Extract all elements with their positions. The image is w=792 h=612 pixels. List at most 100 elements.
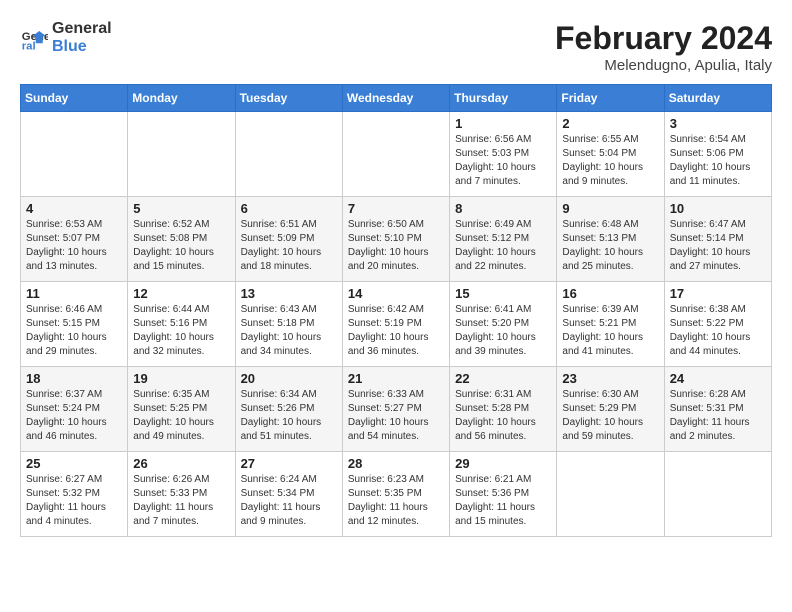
calendar-cell: 6 Sunrise: 6:51 AM Sunset: 5:09 PM Daylig… <box>235 197 342 282</box>
day-number: 10 <box>670 201 766 216</box>
day-info: Sunrise: 6:46 AM Sunset: 5:15 PM Dayligh… <box>26 303 122 359</box>
day-number: 11 <box>26 286 122 301</box>
calendar-cell: 2Sunrise: 6:55 AM Sunset: 5:04 PM Daylig… <box>557 112 664 197</box>
day-number: 20 <box>241 371 337 386</box>
weekday-header: Monday <box>128 85 235 112</box>
day-info: Sunrise: 6:43 AM Sunset: 5:18 PM Dayligh… <box>241 303 337 359</box>
day-number: 12 <box>133 286 229 301</box>
logo: Gene ral General Blue <box>20 20 112 55</box>
day-number: 19 <box>133 371 229 386</box>
day-number: 6 <box>241 201 337 216</box>
calendar-week-row: 11 Sunrise: 6:46 AM Sunset: 5:15 PM Dayli… <box>21 282 772 367</box>
calendar-cell <box>557 452 664 537</box>
calendar-title: February 2024 <box>555 20 772 57</box>
day-info: Sunrise: 6:54 AM Sunset: 5:06 PM Dayligh… <box>670 133 766 189</box>
day-info: Sunrise: 6:23 AM Sunset: 5:35 PM Dayligh… <box>348 473 444 529</box>
calendar-cell: 21Sunrise: 6:33 AM Sunset: 5:27 PM Dayli… <box>342 367 449 452</box>
weekday-header: Wednesday <box>342 85 449 112</box>
day-info: Sunrise: 6:47 AM Sunset: 5:14 PM Dayligh… <box>670 218 766 274</box>
calendar-cell: 28 Sunrise: 6:23 AM Sunset: 5:35 PM Dayli… <box>342 452 449 537</box>
day-info: Sunrise: 6:34 AM Sunset: 5:26 PM Dayligh… <box>241 388 337 444</box>
calendar-cell <box>664 452 771 537</box>
title-section: February 2024 Melendugno, Apulia, Italy <box>555 20 772 74</box>
day-info: Sunrise: 6:38 AM Sunset: 5:22 PM Dayligh… <box>670 303 766 359</box>
day-info: Sunrise: 6:21 AM Sunset: 5:36 PM Dayligh… <box>455 473 551 529</box>
day-info: Sunrise: 6:53 AM Sunset: 5:07 PM Dayligh… <box>26 218 122 274</box>
calendar-cell <box>235 112 342 197</box>
day-info: Sunrise: 6:52 AM Sunset: 5:08 PM Dayligh… <box>133 218 229 274</box>
svg-text:ral: ral <box>22 40 36 52</box>
calendar-cell: 24 Sunrise: 6:28 AM Sunset: 5:31 PM Dayli… <box>664 367 771 452</box>
day-info: Sunrise: 6:35 AM Sunset: 5:25 PM Dayligh… <box>133 388 229 444</box>
calendar-cell: 22 Sunrise: 6:31 AM Sunset: 5:28 PM Dayli… <box>450 367 557 452</box>
day-number: 23 <box>562 371 658 386</box>
calendar-cell: 5 Sunrise: 6:52 AM Sunset: 5:08 PM Daylig… <box>128 197 235 282</box>
calendar-week-row: 4 Sunrise: 6:53 AM Sunset: 5:07 PM Daylig… <box>21 197 772 282</box>
calendar-cell: 13 Sunrise: 6:43 AM Sunset: 5:18 PM Dayli… <box>235 282 342 367</box>
calendar-cell: 7 Sunrise: 6:50 AM Sunset: 5:10 PM Daylig… <box>342 197 449 282</box>
day-number: 14 <box>348 286 444 301</box>
logo-text-line1: General <box>52 20 112 38</box>
weekday-header: Friday <box>557 85 664 112</box>
day-number: 26 <box>133 456 229 471</box>
day-number: 9 <box>562 201 658 216</box>
calendar-cell: 14 Sunrise: 6:42 AM Sunset: 5:19 PM Dayli… <box>342 282 449 367</box>
weekday-header: Tuesday <box>235 85 342 112</box>
day-info: Sunrise: 6:51 AM Sunset: 5:09 PM Dayligh… <box>241 218 337 274</box>
logo-icon: Gene ral <box>20 24 48 52</box>
calendar-subtitle: Melendugno, Apulia, Italy <box>555 57 772 74</box>
page-header: Gene ral General Blue February 2024 Mele… <box>20 20 772 74</box>
day-number: 5 <box>133 201 229 216</box>
day-info: Sunrise: 6:41 AM Sunset: 5:20 PM Dayligh… <box>455 303 551 359</box>
day-info: Sunrise: 6:50 AM Sunset: 5:10 PM Dayligh… <box>348 218 444 274</box>
day-number: 29 <box>455 456 551 471</box>
day-number: 21 <box>348 371 444 386</box>
day-info: Sunrise: 6:48 AM Sunset: 5:13 PM Dayligh… <box>562 218 658 274</box>
calendar-week-row: 1 Sunrise: 6:56 AM Sunset: 5:03 PM Daylig… <box>21 112 772 197</box>
day-number: 7 <box>348 201 444 216</box>
calendar-week-row: 25Sunrise: 6:27 AM Sunset: 5:32 PM Dayli… <box>21 452 772 537</box>
calendar-cell <box>128 112 235 197</box>
day-info: Sunrise: 6:28 AM Sunset: 5:31 PM Dayligh… <box>670 388 766 444</box>
calendar-cell: 17 Sunrise: 6:38 AM Sunset: 5:22 PM Dayli… <box>664 282 771 367</box>
calendar-week-row: 18 Sunrise: 6:37 AM Sunset: 5:24 PM Dayli… <box>21 367 772 452</box>
day-info: Sunrise: 6:37 AM Sunset: 5:24 PM Dayligh… <box>26 388 122 444</box>
day-info: Sunrise: 6:26 AM Sunset: 5:33 PM Dayligh… <box>133 473 229 529</box>
calendar-cell: 4 Sunrise: 6:53 AM Sunset: 5:07 PM Daylig… <box>21 197 128 282</box>
calendar-cell: 15 Sunrise: 6:41 AM Sunset: 5:20 PM Dayli… <box>450 282 557 367</box>
day-number: 28 <box>348 456 444 471</box>
day-info: Sunrise: 6:39 AM Sunset: 5:21 PM Dayligh… <box>562 303 658 359</box>
day-number: 22 <box>455 371 551 386</box>
day-info: Sunrise: 6:42 AM Sunset: 5:19 PM Dayligh… <box>348 303 444 359</box>
calendar-cell <box>21 112 128 197</box>
day-number: 13 <box>241 286 337 301</box>
day-info: Sunrise: 6:24 AM Sunset: 5:34 PM Dayligh… <box>241 473 337 529</box>
day-info: Sunrise: 6:31 AM Sunset: 5:28 PM Dayligh… <box>455 388 551 444</box>
day-number: 27 <box>241 456 337 471</box>
calendar-cell: 9 Sunrise: 6:48 AM Sunset: 5:13 PM Daylig… <box>557 197 664 282</box>
day-info: Sunrise: 6:56 AM Sunset: 5:03 PM Dayligh… <box>455 133 551 189</box>
day-info: Sunrise: 6:49 AM Sunset: 5:12 PM Dayligh… <box>455 218 551 274</box>
calendar-cell: 26 Sunrise: 6:26 AM Sunset: 5:33 PM Dayli… <box>128 452 235 537</box>
day-number: 1 <box>455 116 551 131</box>
day-number: 15 <box>455 286 551 301</box>
calendar-cell: 27 Sunrise: 6:24 AM Sunset: 5:34 PM Dayli… <box>235 452 342 537</box>
day-info: Sunrise: 6:55 AM Sunset: 5:04 PM Dayligh… <box>562 133 658 189</box>
day-number: 24 <box>670 371 766 386</box>
day-info: Sunrise: 6:44 AM Sunset: 5:16 PM Dayligh… <box>133 303 229 359</box>
weekday-header: Sunday <box>21 85 128 112</box>
day-number: 8 <box>455 201 551 216</box>
calendar-cell: 11 Sunrise: 6:46 AM Sunset: 5:15 PM Dayli… <box>21 282 128 367</box>
weekday-header: Saturday <box>664 85 771 112</box>
calendar-cell: 25Sunrise: 6:27 AM Sunset: 5:32 PM Dayli… <box>21 452 128 537</box>
day-number: 18 <box>26 371 122 386</box>
day-number: 17 <box>670 286 766 301</box>
calendar-table: SundayMondayTuesdayWednesdayThursdayFrid… <box>20 84 772 537</box>
calendar-cell <box>342 112 449 197</box>
day-info: Sunrise: 6:30 AM Sunset: 5:29 PM Dayligh… <box>562 388 658 444</box>
calendar-cell: 23 Sunrise: 6:30 AM Sunset: 5:29 PM Dayli… <box>557 367 664 452</box>
calendar-cell: 12 Sunrise: 6:44 AM Sunset: 5:16 PM Dayli… <box>128 282 235 367</box>
weekday-header-row: SundayMondayTuesdayWednesdayThursdayFrid… <box>21 85 772 112</box>
day-number: 4 <box>26 201 122 216</box>
calendar-cell: 3Sunrise: 6:54 AM Sunset: 5:06 PM Daylig… <box>664 112 771 197</box>
